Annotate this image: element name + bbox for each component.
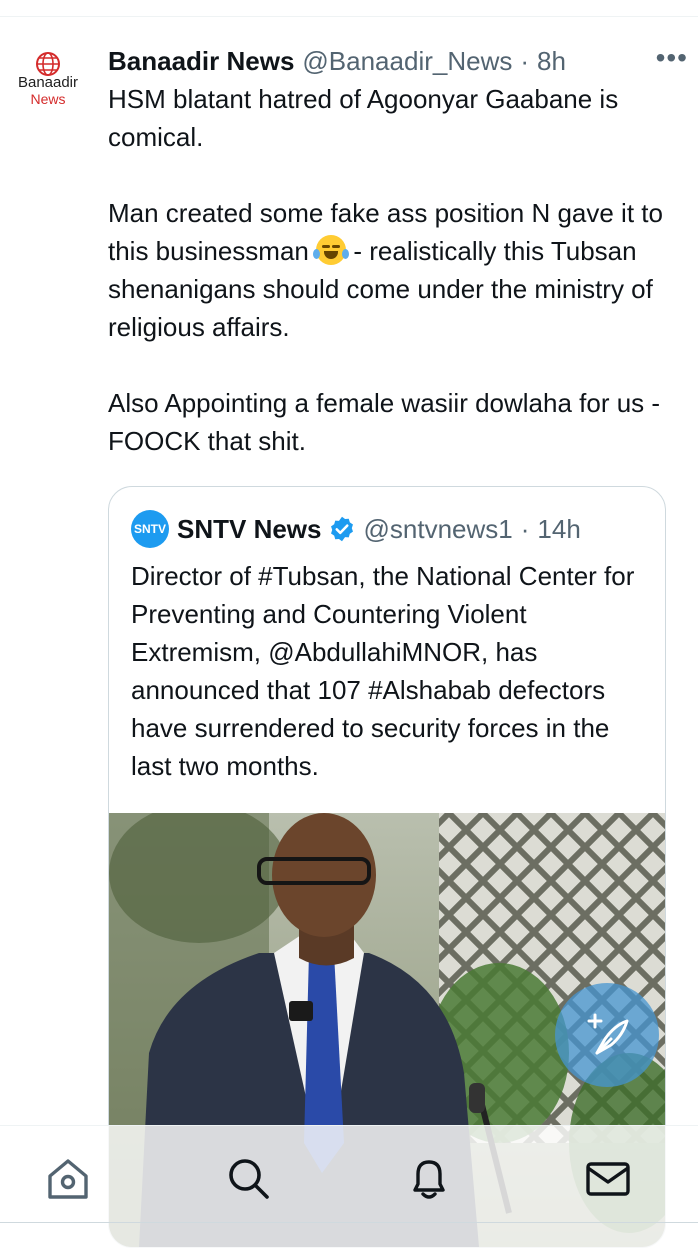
author-name[interactable]: Banaadir News — [108, 46, 294, 77]
more-options-icon[interactable]: ••• — [656, 42, 688, 74]
quoted-author-handle: @sntvnews1 — [363, 513, 513, 544]
tweet[interactable]: Banaadir News @Banaadir_News · 8h ••• HS… — [108, 40, 687, 460]
bottom-tab-bar — [0, 1125, 698, 1248]
tweet-header: Banaadir News @Banaadir_News · 8h ••• — [108, 40, 687, 82]
tweet-paragraph: Also Appointing a female wasiir dowlaha … — [108, 388, 661, 456]
sntv-avatar: SNTV — [131, 510, 169, 548]
face-with-tears-of-joy-emoji — [313, 235, 350, 265]
avatar-brand-line1: Banaadir — [17, 74, 79, 91]
top-divider — [0, 16, 698, 17]
tweet-text: HSM blatant hatred of Agoonyar Gaabane i… — [108, 80, 678, 460]
separator-dot: · — [520, 45, 530, 76]
quoted-tweet-header: SNTV SNTV News @sntvnews1 · 14h — [131, 509, 581, 549]
search-icon[interactable] — [224, 1154, 272, 1202]
quoted-author-name: SNTV News — [177, 513, 322, 544]
banaadir-news-avatar[interactable]: Banaadir News — [8, 48, 88, 112]
quoted-timestamp: 14h — [537, 513, 581, 544]
bottom-divider — [0, 1222, 698, 1223]
author-handle[interactable]: @Banaadir_News — [302, 46, 512, 77]
compose-button[interactable] — [555, 983, 659, 1087]
separator-dot: · — [520, 513, 530, 544]
tweet-paragraph: Man created some fake ass position N gav… — [108, 194, 678, 346]
verified-badge-icon — [330, 516, 353, 542]
quoted-tweet-text: Director of #Tubsan, the National Center… — [131, 561, 635, 781]
tweet-paragraph: HSM blatant hatred of Agoonyar Gaabane i… — [108, 84, 619, 152]
messages-envelope-icon[interactable] — [584, 1154, 632, 1202]
avatar-brand-line2: News — [30, 91, 66, 107]
compose-post-icon — [587, 1013, 629, 1055]
home-icon[interactable] — [44, 1154, 92, 1202]
tweet-timestamp[interactable]: 8h — [537, 46, 566, 77]
notifications-bell-icon[interactable] — [405, 1154, 453, 1202]
